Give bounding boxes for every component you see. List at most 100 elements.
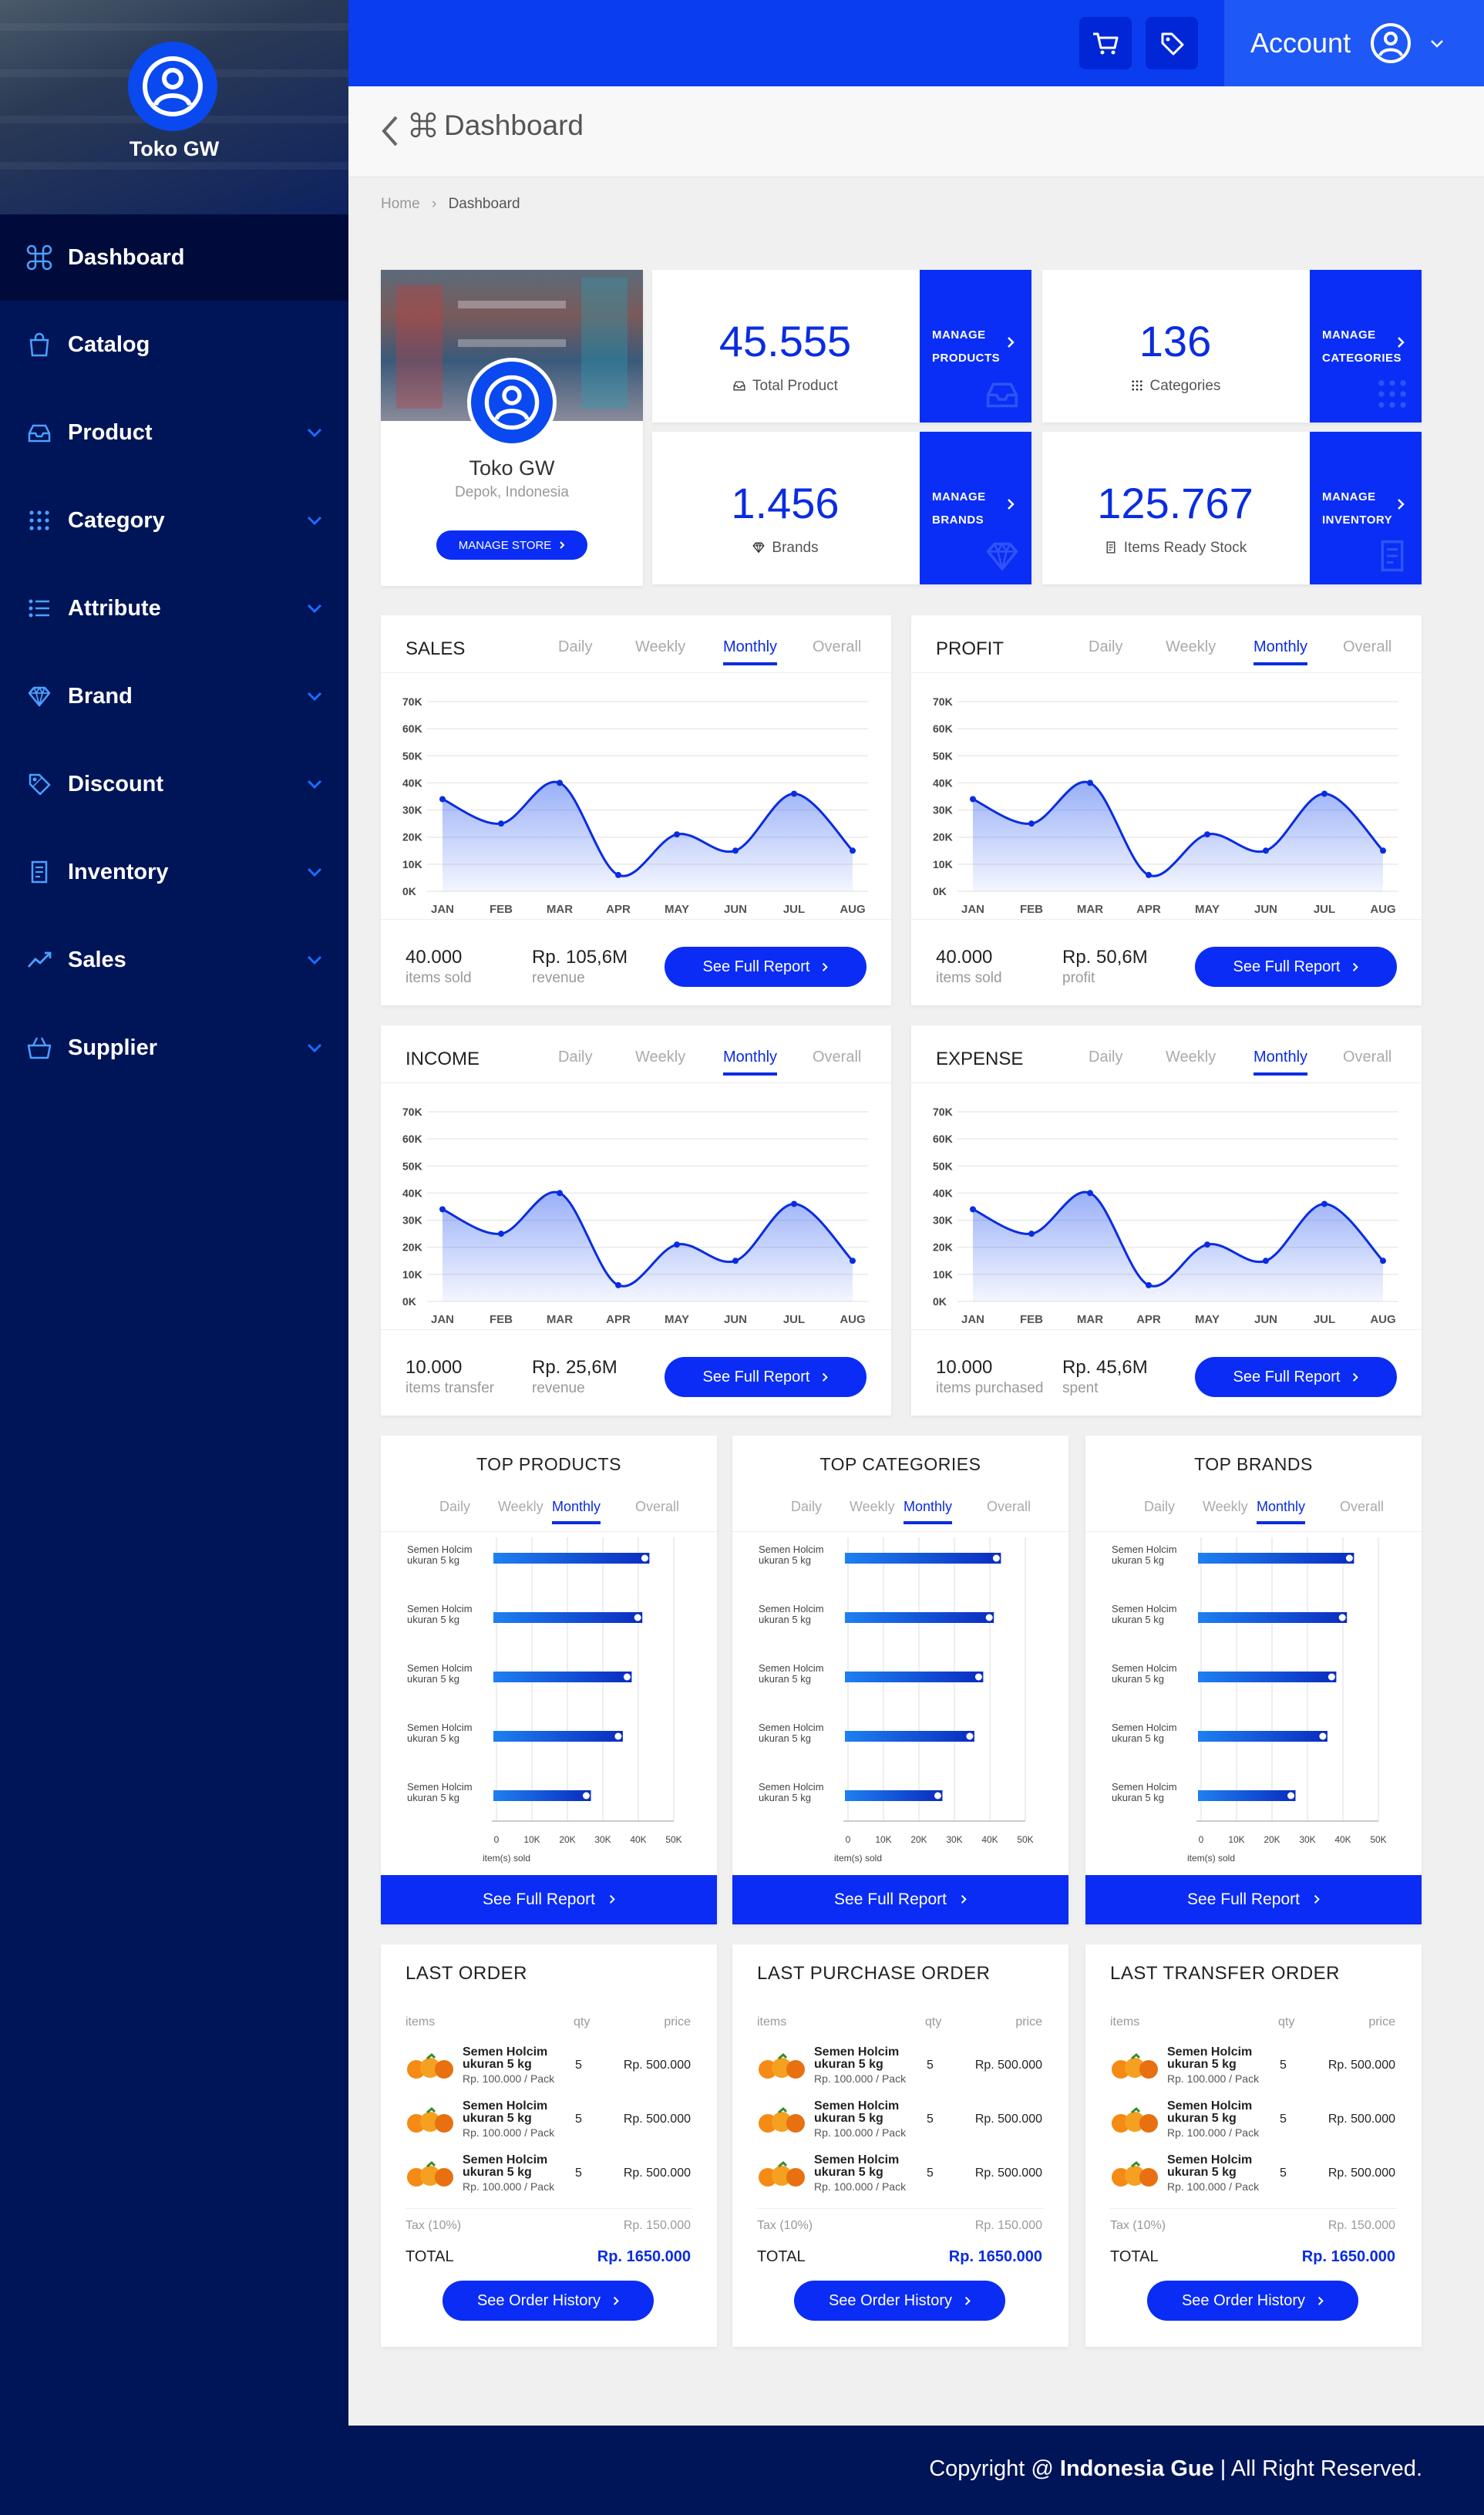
manage-brands-button[interactable]: MANAGE BRANDS — [920, 432, 1031, 584]
account-label: Account — [1250, 27, 1351, 59]
footer: Copyright @ Indonesia Gue | All Right Re… — [348, 2426, 1484, 2515]
x-tick-label: JUN — [1254, 903, 1277, 916]
see-order-history-button[interactable]: See Order History — [443, 2281, 654, 2321]
store-avatar[interactable] — [128, 42, 217, 131]
data-point[interactable] — [1380, 1258, 1386, 1264]
tag-button[interactable] — [1146, 17, 1198, 69]
data-point[interactable] — [1380, 847, 1386, 854]
order-row[interactable]: Semen Holcim ukuran 5 kg Rp. 100.000 / Pac… — [732, 2154, 1068, 2208]
order-row[interactable]: Semen Holcim ukuran 5 kg Rp. 100.000 / Pac… — [381, 2154, 717, 2208]
order-row[interactable]: Semen Holcim ukuran 5 kg Rp. 100.000 / Pac… — [381, 2100, 717, 2154]
data-point[interactable] — [1321, 1200, 1328, 1207]
see-order-history-button[interactable]: See Order History — [1147, 2281, 1358, 2321]
order-row[interactable]: Semen Holcim ukuran 5 kg Rp. 100.000 / Pac… — [381, 2046, 717, 2100]
data-point[interactable] — [1204, 1241, 1210, 1248]
data-point[interactable] — [1146, 871, 1152, 878]
data-point[interactable] — [791, 1200, 797, 1207]
store-card-name: Toko GW — [469, 456, 555, 480]
col-header-qty: qty — [574, 2015, 591, 2028]
data-point[interactable] — [1146, 1281, 1152, 1288]
bar[interactable] — [493, 1731, 623, 1742]
see-full-report-button[interactable]: See Full Report — [1085, 1875, 1422, 1924]
data-point[interactable] — [1087, 779, 1093, 786]
x-tick-label: MAY — [665, 1313, 689, 1326]
sidebar-item-inventory[interactable]: Inventory — [0, 828, 348, 916]
data-point[interactable] — [439, 1206, 446, 1213]
bar[interactable] — [845, 1672, 984, 1682]
x-tick-label: 50K — [665, 1834, 681, 1845]
y-tick-label: 60K — [402, 1133, 422, 1145]
data-point[interactable] — [732, 847, 739, 854]
sidebar-item-discount[interactable]: Discount — [0, 740, 348, 828]
see-full-report-button[interactable]: See Full Report — [732, 1875, 1068, 1924]
order-row[interactable]: Semen Holcim ukuran 5 kg Rp. 100.000 / Pac… — [732, 2100, 1068, 2154]
back-arrow-icon[interactable] — [379, 114, 399, 148]
order-row[interactable]: Semen Holcim ukuran 5 kg Rp. 100.000 / Pac… — [1085, 2100, 1422, 2154]
bar[interactable] — [493, 1553, 650, 1564]
bar[interactable] — [493, 1790, 591, 1801]
data-point[interactable] — [850, 847, 856, 854]
data-point[interactable] — [970, 796, 976, 803]
data-point[interactable] — [615, 1281, 621, 1288]
order-row[interactable]: Semen Holcim ukuran 5 kg Rp. 100.000 / Pac… — [1085, 2154, 1422, 2208]
data-point[interactable] — [1087, 1190, 1093, 1197]
see-full-report-button[interactable]: See Full Report — [381, 1875, 717, 1924]
bar[interactable] — [1198, 1790, 1296, 1801]
bar[interactable] — [1198, 1553, 1354, 1564]
see-full-report-button[interactable]: See Full Report — [1195, 1357, 1397, 1397]
data-point[interactable] — [557, 1190, 563, 1197]
sidebar-item-category[interactable]: Category — [0, 476, 348, 564]
account-menu[interactable]: Account — [1224, 0, 1484, 86]
data-point[interactable] — [1028, 820, 1035, 827]
sidebar-item-brand[interactable]: Brand — [0, 652, 348, 740]
manage-inventory-button[interactable]: MANAGE INVENTORY — [1310, 432, 1422, 584]
sidebar-item-sales[interactable]: Sales — [0, 916, 348, 1004]
sidebar-item-label: Attribute — [68, 595, 161, 621]
bar[interactable] — [1198, 1612, 1348, 1623]
data-point[interactable] — [674, 831, 680, 838]
data-point[interactable] — [498, 820, 504, 827]
data-point[interactable] — [557, 779, 563, 786]
manage-store-button[interactable]: MANAGE STORE — [436, 530, 587, 560]
sidebar-item-supplier[interactable]: Supplier — [0, 1004, 348, 1092]
data-point[interactable] — [1204, 831, 1210, 838]
data-point[interactable] — [615, 871, 621, 878]
sidebar-item-attribute[interactable]: Attribute — [0, 564, 348, 652]
bar[interactable] — [845, 1612, 994, 1623]
see-full-report-button[interactable]: See Full Report — [665, 947, 867, 987]
sidebar-item-icon — [26, 1035, 52, 1061]
sidebar-item-icon — [26, 419, 52, 446]
data-point[interactable] — [439, 796, 446, 803]
data-point[interactable] — [674, 1241, 680, 1248]
data-point[interactable] — [970, 1206, 976, 1213]
data-point[interactable] — [1028, 1231, 1035, 1237]
order-row[interactable]: Semen Holcim ukuran 5 kg Rp. 100.000 / Pac… — [732, 2046, 1068, 2100]
bar[interactable] — [1198, 1731, 1328, 1742]
data-point[interactable] — [1263, 847, 1269, 854]
data-point[interactable] — [732, 1258, 739, 1264]
see-full-report-button[interactable]: See Full Report — [1195, 947, 1397, 987]
bar[interactable] — [845, 1553, 1001, 1564]
bar[interactable] — [845, 1731, 974, 1742]
sidebar-item-catalog[interactable]: Catalog — [0, 301, 348, 389]
see-full-report-button[interactable]: See Full Report — [665, 1357, 867, 1397]
data-point[interactable] — [791, 790, 797, 797]
bar[interactable] — [493, 1672, 632, 1682]
see-order-history-button[interactable]: See Order History — [794, 2281, 1005, 2321]
bar-end-dot — [623, 1673, 631, 1681]
manage-products-button[interactable]: MANAGE PRODUCTS — [920, 270, 1031, 423]
data-point[interactable] — [1263, 1258, 1269, 1264]
bar[interactable] — [845, 1790, 943, 1801]
bar[interactable] — [1198, 1672, 1337, 1682]
order-row[interactable]: Semen Holcim ukuran 5 kg Rp. 100.000 / Pac… — [1085, 2046, 1422, 2100]
sidebar-item-product[interactable]: Product — [0, 389, 348, 476]
data-point[interactable] — [1321, 790, 1328, 797]
cart-button[interactable] — [1079, 17, 1132, 69]
data-point[interactable] — [850, 1258, 856, 1264]
breadcrumb-home[interactable]: Home — [381, 196, 420, 212]
bar[interactable] — [493, 1612, 643, 1623]
sidebar-item-dashboard[interactable]: Dashboard — [0, 214, 348, 301]
bar-end-dot — [992, 1554, 1000, 1562]
manage-categories-button[interactable]: MANAGE CATEGORIES — [1310, 270, 1422, 423]
data-point[interactable] — [498, 1231, 504, 1237]
